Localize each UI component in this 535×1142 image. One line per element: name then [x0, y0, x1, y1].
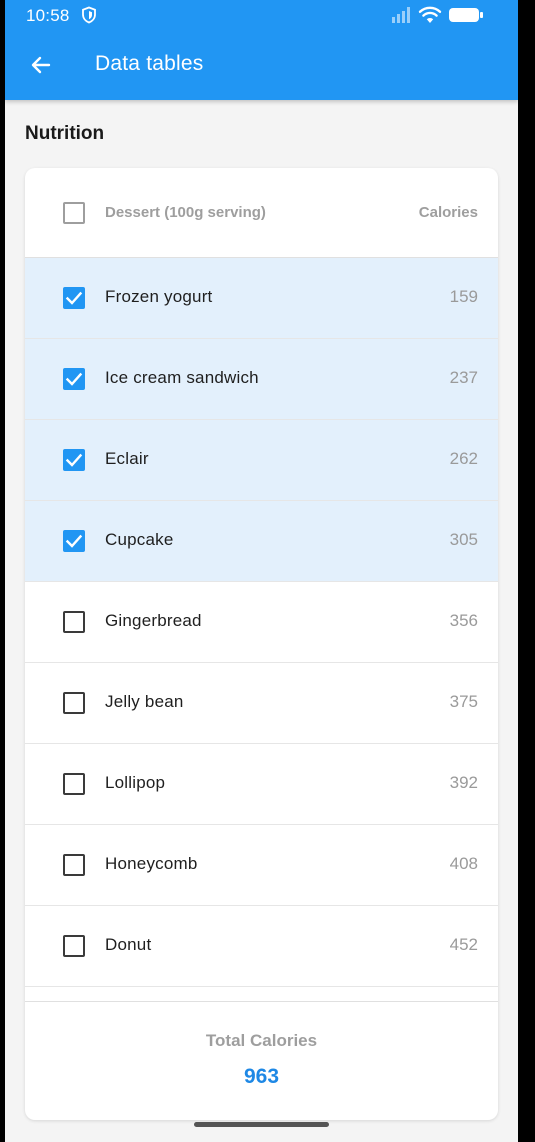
calories-value: 375: [449, 692, 478, 711]
calories-value: 159: [449, 287, 478, 306]
table-row[interactable]: Ice cream sandwich 237: [25, 339, 498, 420]
dessert-name: Honeycomb: [105, 854, 198, 873]
dessert-name: Frozen yogurt: [105, 287, 213, 306]
row-checkbox[interactable]: [63, 692, 85, 714]
total-calories-value: 963: [243, 1065, 280, 1088]
row-checkbox[interactable]: [63, 773, 85, 795]
column-header-dessert[interactable]: Dessert (100g serving): [105, 204, 266, 221]
signal-icon: [392, 7, 410, 23]
dessert-name: Donut: [105, 935, 152, 954]
wifi-icon: [418, 6, 442, 23]
checkmark-icon: [65, 534, 83, 548]
status-time: 10:58: [26, 6, 70, 25]
back-button[interactable]: [23, 47, 59, 83]
table-row[interactable]: Frozen yogurt 159: [25, 258, 498, 339]
calories-value: 237: [449, 368, 478, 387]
table-row[interactable]: Gingerbread 356: [25, 582, 498, 663]
row-checkbox[interactable]: [63, 287, 85, 309]
row-checkbox[interactable]: [63, 935, 85, 957]
page-title: Data tables: [95, 52, 204, 75]
dessert-name: Lollipop: [105, 773, 166, 792]
footer-divider: [25, 1001, 498, 1002]
calories-value: 356: [449, 611, 478, 630]
calories-value: 262: [449, 449, 478, 468]
calories-value: 452: [449, 935, 478, 954]
table-row[interactable]: Jelly bean 375: [25, 663, 498, 744]
table-row[interactable]: Eclair 262: [25, 420, 498, 501]
arrow-left-icon: [31, 56, 51, 74]
total-calories-label: Total Calories: [205, 1031, 318, 1050]
section-title: Nutrition: [25, 123, 105, 144]
row-checkbox[interactable]: [63, 611, 85, 633]
phone-screen: 10:58 Data tables Nutrition Dessert (100…: [5, 0, 518, 1142]
row-checkbox[interactable]: [63, 854, 85, 876]
calories-value: 408: [449, 854, 478, 873]
table-row[interactable]: Donut 452: [25, 906, 498, 987]
dessert-name: Gingerbread: [105, 611, 202, 630]
table-header-row: Dessert (100g serving) Calories: [25, 168, 498, 258]
checkmark-icon: [65, 291, 83, 305]
table-row[interactable]: Honeycomb 408: [25, 825, 498, 906]
dessert-name: Jelly bean: [105, 692, 184, 711]
calories-value: 392: [449, 773, 478, 792]
battery-icon: [449, 8, 483, 22]
status-bar: 10:58: [5, 0, 518, 30]
row-checkbox[interactable]: [63, 368, 85, 390]
row-checkbox[interactable]: [63, 530, 85, 552]
dessert-name: Ice cream sandwich: [105, 368, 259, 387]
dessert-name: Eclair: [105, 449, 149, 468]
row-checkbox[interactable]: [63, 449, 85, 471]
checkmark-icon: [65, 453, 83, 467]
dessert-name: Cupcake: [105, 530, 174, 549]
table-row[interactable]: Lollipop 392: [25, 744, 498, 825]
table-row[interactable]: Cupcake 305: [25, 501, 498, 582]
calories-value: 305: [449, 530, 478, 549]
toolbar: Data tables: [5, 30, 518, 100]
column-header-calories[interactable]: Calories: [419, 204, 478, 221]
home-indicator[interactable]: [194, 1122, 329, 1127]
data-table-card: Dessert (100g serving) Calories Frozen y…: [25, 168, 498, 1120]
shield-icon: [82, 6, 96, 24]
checkmark-icon: [65, 372, 83, 386]
select-all-checkbox[interactable]: [63, 202, 85, 224]
